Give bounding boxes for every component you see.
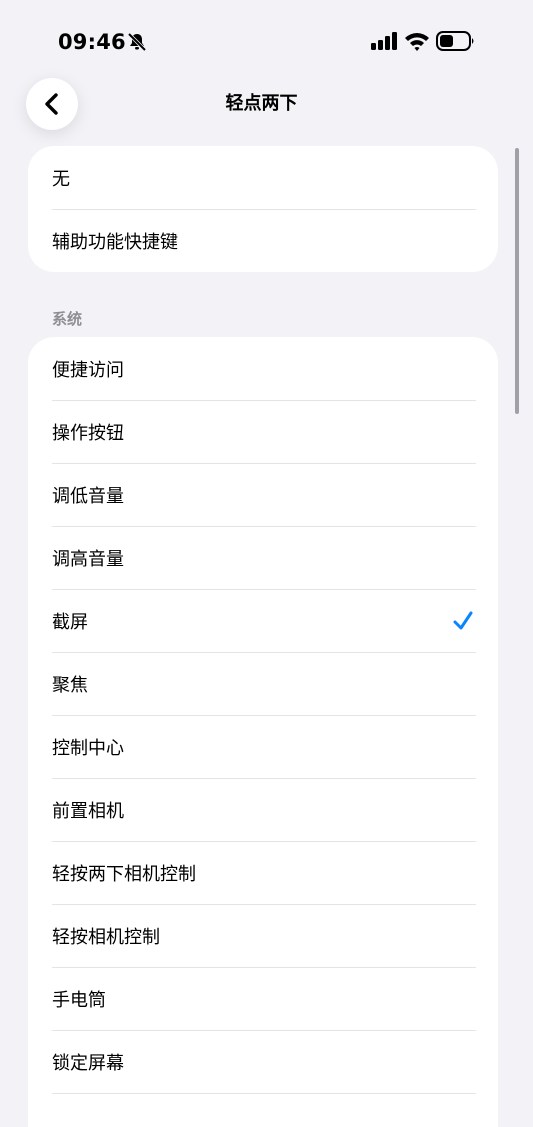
- battery-icon: [436, 31, 476, 51]
- system-options-group: 便捷访问 操作按钮 调低音量 调高音量 截屏 聚焦 控制中心 前置相机 轻按两下…: [28, 337, 498, 1127]
- page-title: 轻点两下: [225, 93, 298, 114]
- signal-icon: [370, 32, 400, 50]
- option-label: 控制中心: [52, 737, 124, 759]
- option-flashlight[interactable]: 手电筒: [28, 967, 498, 1030]
- option-label: 手电筒: [52, 989, 106, 1011]
- option-control-center[interactable]: 控制中心: [28, 715, 498, 778]
- status-time: 09:46: [58, 30, 126, 54]
- option-volume-up[interactable]: 调高音量: [28, 526, 498, 589]
- option-front-camera[interactable]: 前置相机: [28, 778, 498, 841]
- wifi-icon: [404, 30, 430, 52]
- option-label: 前置相机: [52, 800, 124, 822]
- option-double-tap-camera-control[interactable]: 轻按两下相机控制: [28, 841, 498, 904]
- option-label: 锁定屏幕: [52, 1052, 124, 1074]
- option-label: 辅助功能快捷键: [52, 231, 178, 253]
- option-label: 无: [52, 168, 70, 190]
- option-focus[interactable]: 聚焦: [28, 652, 498, 715]
- top-options-group: 无 辅助功能快捷键: [28, 146, 498, 272]
- bell-slash-icon: [126, 31, 148, 53]
- option-next[interactable]: [28, 1093, 498, 1127]
- option-screenshot[interactable]: 截屏: [28, 589, 498, 652]
- option-label: 轻按两下相机控制: [52, 863, 196, 885]
- option-label: 操作按钮: [52, 422, 124, 444]
- option-lock-screen[interactable]: 锁定屏幕: [28, 1030, 498, 1093]
- option-volume-down[interactable]: 调低音量: [28, 463, 498, 526]
- option-accessibility-shortcut[interactable]: 辅助功能快捷键: [28, 209, 498, 272]
- option-label: 便捷访问: [52, 359, 124, 381]
- option-label: 调低音量: [52, 485, 124, 507]
- section-header-system: 系统: [52, 310, 83, 328]
- checkmark-icon: [452, 610, 474, 632]
- option-label: 调高音量: [52, 548, 124, 570]
- option-label: 聚焦: [52, 674, 88, 696]
- option-action-button[interactable]: 操作按钮: [28, 400, 498, 463]
- option-reachability[interactable]: 便捷访问: [28, 337, 498, 400]
- option-none[interactable]: 无: [28, 146, 498, 209]
- option-tap-camera-control[interactable]: 轻按相机控制: [28, 904, 498, 967]
- scrollbar[interactable]: [515, 148, 519, 414]
- option-label: 轻按相机控制: [52, 926, 160, 948]
- status-bar: 09:46: [0, 0, 533, 80]
- option-label: 截屏: [52, 611, 88, 633]
